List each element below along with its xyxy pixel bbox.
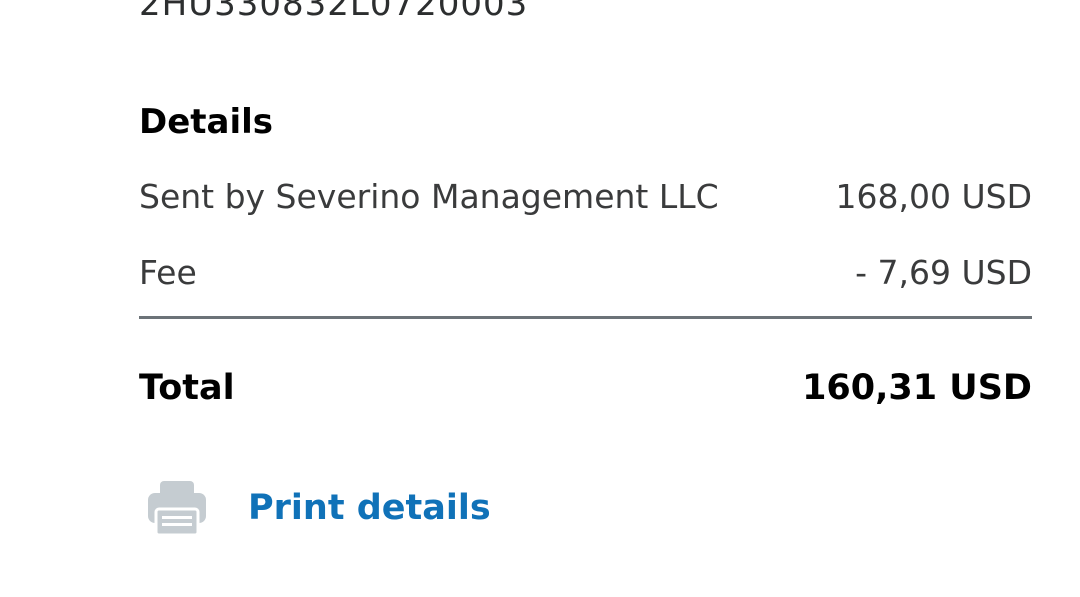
sent-by-label: Sent by Severino Management LLC	[139, 177, 719, 216]
details-heading: Details	[139, 102, 274, 142]
sent-amount: 168,00 USD	[835, 177, 1032, 216]
print-details-link[interactable]: Print details	[148, 478, 491, 538]
details-row-fee: Fee - 7,69 USD	[139, 251, 1032, 295]
print-details-label[interactable]: Print details	[248, 486, 491, 530]
total-amount: 160,31 USD	[802, 368, 1032, 408]
printer-icon	[148, 479, 206, 537]
fee-label: Fee	[139, 253, 197, 292]
details-row-total: Total 160,31 USD	[139, 366, 1032, 410]
transaction-id: 2HU330832L0720003	[139, 0, 529, 24]
fee-amount: - 7,69 USD	[855, 253, 1032, 292]
total-label: Total	[139, 368, 235, 408]
details-row-sent: Sent by Severino Management LLC 168,00 U…	[139, 175, 1032, 219]
total-divider	[139, 316, 1032, 319]
